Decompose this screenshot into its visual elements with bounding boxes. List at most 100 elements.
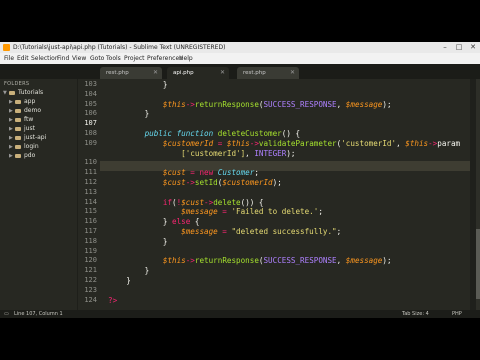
code-token: } (144, 109, 150, 119)
menu-help[interactable]: Help (179, 53, 193, 64)
menu-view[interactable]: View (72, 53, 86, 64)
line-number: 109 (84, 138, 97, 147)
code-line: $this->returnResponse(SUCCESS_RESPONSE, … (108, 100, 392, 110)
status-syntax[interactable]: PHP (452, 310, 462, 318)
sidebar-root-folder[interactable]: ▼ Tutorials (3, 88, 43, 97)
window-title: D:\Tutorials\just-api\api.php (Tutorials… (13, 44, 226, 51)
sidebar-folder-demo[interactable]: ▶ demo (9, 106, 41, 115)
code-token: -> (185, 99, 195, 109)
code-token: ); (272, 178, 282, 187)
menu-selection[interactable]: Selection (31, 53, 59, 64)
sidebar-folder-login[interactable]: ▶ login (9, 142, 39, 151)
vertical-scrollbar[interactable] (476, 79, 480, 310)
code-token: $this (162, 256, 186, 266)
menu-goto[interactable]: Goto (90, 53, 104, 64)
menu-find[interactable]: Find (57, 53, 69, 64)
tab-label: api.php (173, 70, 194, 76)
code-token: } (162, 217, 173, 227)
minimize-button[interactable]: – (438, 42, 452, 53)
status-cursor-position: Line 107, Column 1 (14, 311, 63, 317)
code-token: validateParameter (258, 138, 337, 148)
line-number: 112 (84, 178, 97, 186)
sidebar-folder-just-api[interactable]: ▶ just-api (9, 133, 46, 142)
tab-close-icon[interactable]: ✕ (153, 67, 158, 79)
code-token: ; (336, 227, 342, 236)
code-token: ); (382, 256, 392, 266)
tab-close-icon[interactable]: ✕ (220, 67, 225, 79)
menu-tools[interactable]: Tools (106, 53, 121, 64)
code-token: ); (382, 99, 392, 109)
code-token: $message (345, 99, 383, 109)
line-number: 123 (84, 285, 97, 294)
tab-api-php[interactable]: api.php ✕ (167, 67, 229, 79)
letterbox-top (0, 0, 480, 42)
status-tab-size[interactable]: Tab Size: 4 (402, 310, 429, 318)
sidebar-folder-ftw[interactable]: ▶ ftw (9, 115, 33, 124)
folder-icon (15, 135, 21, 140)
scrollbar-thumb[interactable] (476, 229, 480, 299)
line-number: 118 (84, 236, 97, 245)
folder-icon (15, 108, 21, 113)
line-number: 105 (84, 99, 97, 108)
code-token: } (162, 236, 168, 246)
code-token: = (185, 168, 200, 178)
code-token: } (126, 276, 131, 285)
line-number: 124 (84, 295, 97, 304)
line-number: 103 (84, 80, 97, 88)
status-panel-icon[interactable]: ▭ (4, 310, 9, 318)
folder-icon (15, 99, 21, 104)
code-token: INTEGER (254, 148, 287, 158)
folder-label: demo (24, 107, 42, 114)
code-token: $message (181, 227, 218, 236)
menu-edit[interactable]: Edit (17, 53, 29, 64)
code-token: = (213, 138, 227, 148)
code-line: $message = 'Failed to delete.'; (108, 207, 323, 217)
sidebar-header: FOLDERS (4, 81, 30, 87)
menu-bar: File Edit Selection Find View Goto Tools… (0, 53, 480, 64)
folder-icon (15, 144, 21, 149)
tab-rest-php[interactable]: rest.php ✕ (100, 67, 162, 79)
tab-close-icon[interactable]: ✕ (290, 67, 295, 79)
code-token: () { (281, 129, 301, 138)
code-token: setId (194, 178, 218, 187)
folder-open-icon (9, 90, 15, 95)
tab-bar: rest.php ✕ api.php ✕ rest.php ✕ (0, 64, 480, 101)
code-line: } (108, 80, 168, 90)
code-token: , (245, 148, 255, 158)
line-number: 119 (84, 246, 97, 255)
code-token: new (199, 168, 218, 178)
code-editor[interactable]: } $this->returnResponse(SUCCESS_RESPONSE… (108, 79, 470, 310)
line-number-gutter: 103 104 105 106 107 108 109 110 111 112 113 114 115 1… (78, 79, 100, 310)
code-token: deleteCustomer (217, 129, 282, 138)
menu-preferences[interactable]: Preferences (147, 53, 182, 64)
code-line: $message = "deleted successfully."; (108, 227, 341, 237)
menu-project[interactable]: Project (124, 53, 145, 64)
folder-label: pdo (24, 152, 36, 159)
line-number: 120 (84, 256, 97, 265)
folder-label: just-api (24, 134, 47, 141)
close-button[interactable]: ✕ (466, 42, 480, 53)
code-token: delete (213, 197, 241, 207)
maximize-button[interactable]: □ (452, 42, 466, 53)
tab-rest-php-2[interactable]: rest.php ✕ (237, 67, 299, 79)
sidebar-folder-app[interactable]: ▶ app (9, 97, 35, 106)
code-token: -> (249, 138, 259, 148)
folder-icon (15, 117, 21, 122)
code-line: } else { (108, 217, 200, 227)
code-token: SUCCESS_RESPONSE (263, 99, 337, 109)
sublime-window: D:\Tutorials\just-api\api.php (Tutorials… (0, 42, 480, 318)
line-number: 111 (84, 168, 97, 177)
sidebar-folder-pdo[interactable]: ▶ pdo (9, 151, 35, 160)
code-token: -> (204, 197, 214, 207)
menu-file[interactable]: File (4, 53, 14, 64)
sidebar-folder-just[interactable]: ▶ just (9, 124, 35, 133)
